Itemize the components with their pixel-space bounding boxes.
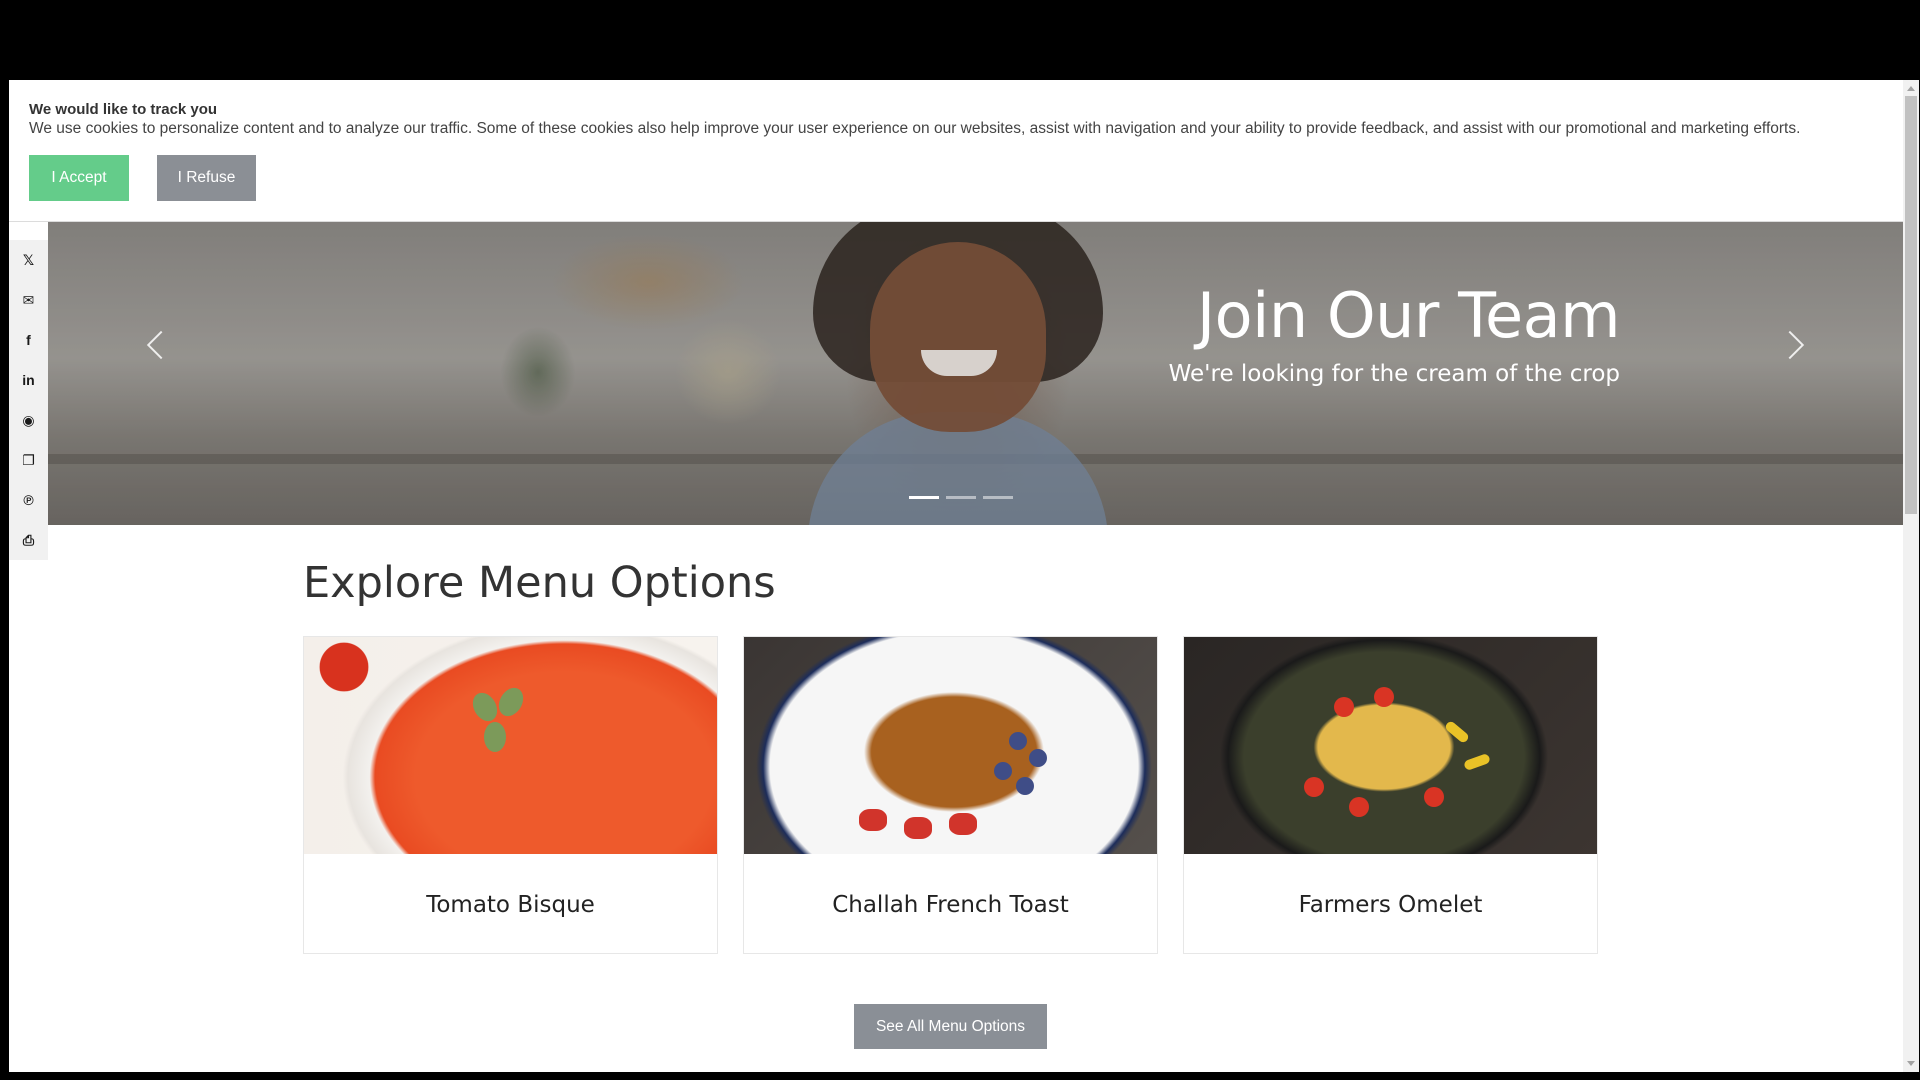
carousel-next-button[interactable] — [1775, 325, 1809, 365]
menu-item-name: Tomato Bisque — [426, 892, 595, 918]
menu-item-name: Challah French Toast — [832, 892, 1069, 918]
strawberry — [859, 809, 887, 831]
x-icon[interactable]: 𝕏 — [9, 240, 48, 280]
carousel-indicator-1[interactable] — [909, 496, 939, 499]
carousel-prev-button[interactable] — [142, 325, 176, 365]
herb-leaf — [467, 688, 503, 726]
tomato-piece — [1424, 787, 1444, 807]
tomato-piece — [1374, 687, 1394, 707]
tomato-bisque-image — [304, 637, 717, 854]
hero-title: Join Our Team — [1196, 279, 1621, 352]
menu-card-challah-french-toast[interactable]: Challah French Toast — [743, 636, 1158, 954]
blueberry — [1009, 732, 1027, 750]
pinterest-icon[interactable]: ℗ — [9, 480, 48, 520]
refuse-cookies-button[interactable]: I Refuse — [157, 155, 256, 201]
email-icon[interactable]: ✉ — [9, 280, 48, 320]
chevron-right-icon — [1775, 330, 1805, 360]
challah-french-toast-image — [744, 637, 1157, 854]
blueberry — [1029, 749, 1047, 767]
blueberry — [994, 762, 1012, 780]
carousel-indicator-3[interactable] — [983, 496, 1013, 499]
accept-cookies-button[interactable]: I Accept — [29, 155, 129, 201]
carousel-indicator-2[interactable] — [946, 496, 976, 499]
menu-card-farmers-omelet[interactable]: Farmers Omelet — [1183, 636, 1598, 954]
strawberry — [949, 813, 977, 835]
tomato-piece — [1349, 797, 1369, 817]
hero-carousel: Join Our Team We're looking for the crea… — [48, 222, 1903, 525]
scrollbar-thumb[interactable] — [1905, 96, 1917, 514]
scroll-down-arrow-icon[interactable] — [1907, 1061, 1915, 1066]
cookie-banner: We would like to track you We use cookie… — [9, 80, 1903, 222]
menu-section-heading: Explore Menu Options — [303, 558, 776, 608]
tomato-piece — [1304, 777, 1324, 797]
see-all-menu-options-button[interactable]: See All Menu Options — [854, 1004, 1047, 1049]
tomato-piece — [1334, 697, 1354, 717]
chevron-left-icon — [146, 330, 176, 360]
copy-link-icon[interactable]: ❐ — [9, 440, 48, 480]
scroll-up-arrow-icon[interactable] — [1907, 86, 1915, 91]
print-icon[interactable]: ⎙ — [9, 520, 48, 560]
facebook-icon[interactable]: f — [9, 320, 48, 360]
menu-item-name: Farmers Omelet — [1298, 892, 1483, 918]
hero-overlay — [48, 222, 1903, 525]
herb-leaf — [493, 683, 529, 721]
linkedin-icon[interactable]: in — [9, 360, 48, 400]
pepper-slice — [1443, 719, 1471, 745]
browser-page: We would like to track you We use cookie… — [9, 80, 1919, 1072]
menu-card-tomato-bisque[interactable]: Tomato Bisque — [303, 636, 718, 954]
pepper-slice — [1463, 752, 1491, 772]
messenger-icon[interactable]: ◉ — [9, 400, 48, 440]
cookie-banner-title: We would like to track you — [29, 101, 218, 118]
carousel-indicators — [909, 496, 1014, 499]
cookie-banner-text: We use cookies to personalize content an… — [29, 120, 1801, 137]
herb-leaf — [484, 722, 506, 752]
strawberry — [904, 817, 932, 839]
share-rail: 𝕏 ✉ f in ◉ ❐ ℗ ⎙ — [9, 240, 48, 560]
blueberry — [1016, 777, 1034, 795]
hero-subtitle: We're looking for the cream of the crop — [1168, 361, 1620, 387]
page-scrollbar[interactable] — [1903, 80, 1919, 1072]
farmers-omelet-image — [1184, 637, 1597, 854]
